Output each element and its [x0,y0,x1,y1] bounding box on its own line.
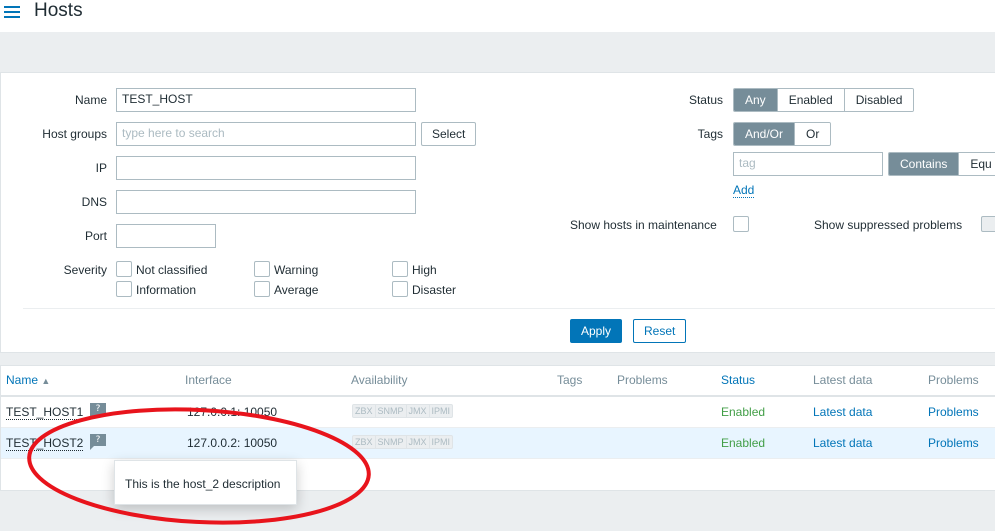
severity-checkbox[interactable] [254,281,270,297]
header: Hosts [0,0,995,32]
availability-badges: ZBX SNMP JMX IPMI [352,435,454,449]
maintenance-label: Show hosts in maintenance [570,218,717,232]
severity-label-item: Information [136,283,197,297]
status-segmented: Any Enabled Disabled [733,88,915,112]
badge: IPMI [428,436,453,448]
host-description-tooltip: This is the host_2 description [114,460,297,505]
host-name-link[interactable]: TEST_HOST1 [6,405,84,420]
name-label: Name [74,93,107,107]
problems-link[interactable]: Problems [928,436,979,450]
severity-checkbox[interactable] [392,261,408,277]
tag-contains[interactable]: Contains [889,153,959,175]
status-any[interactable]: Any [734,89,777,111]
maintenance-checkbox[interactable] [733,216,749,232]
col-problems: Problems [617,373,668,387]
status-label: Status [688,93,723,107]
badge: SNMP [374,436,406,448]
host-groups-label: Host groups [42,127,107,141]
severity-checkbox[interactable] [116,261,132,277]
status-disabled[interactable]: Disabled [843,89,914,111]
severity-checkbox[interactable] [392,281,408,297]
latest-data-link[interactable]: Latest data [813,436,872,450]
latest-data-link[interactable]: Latest data [813,405,872,419]
add-tag-link[interactable]: Add [733,183,755,198]
severity-label: Severity [63,263,107,277]
ip-input[interactable] [116,156,416,180]
tags-or[interactable]: Or [794,123,831,145]
table-row: TEST_HOST1 ? 127.0.0.1: 10050 ZBX SNMP JMX… [1,397,995,428]
problems-link[interactable]: Problems [928,405,979,419]
tag-operator-segmented: Contains Equ [888,152,995,176]
dns-label: DNS [81,195,107,209]
status-link[interactable]: Enabled [721,405,765,419]
page-title: Hosts [34,0,83,21]
col-availability: Availability [351,373,408,387]
host-name-link[interactable]: TEST_HOST2 [6,436,84,451]
name-input[interactable]: TEST_HOST [116,88,416,112]
host-groups-input[interactable]: type here to search [116,122,416,146]
severity-checkbox[interactable] [254,261,270,277]
filter-panel: Name TEST_HOST Host groups type here to … [0,72,995,353]
status-enabled[interactable]: Enabled [776,89,844,111]
sort-asc-icon: ▲ [41,376,51,386]
apply-button[interactable]: Apply [570,319,623,343]
port-input[interactable] [116,224,216,248]
table-row: TEST_HOST2 ? 127.0.0.2: 10050 ZBX SNMP JMX… [1,428,995,459]
tags-label: Tags [697,127,723,141]
interface: 127.0.0.2: 10050 [187,436,278,450]
severity-label-item: High [412,263,437,277]
badge: IPMI [428,405,453,417]
badge: ZBX [355,437,373,447]
description-hint-icon[interactable]: ? [90,434,106,450]
severity-label-item: Disaster [412,283,457,297]
tag-input[interactable]: tag [733,152,883,176]
description-hint-icon[interactable]: ? [90,403,106,419]
severity-checkbox[interactable] [116,281,132,297]
badge: JMX [405,405,429,417]
badge: JMX [405,436,429,448]
severity-label-item: Warning [274,263,319,277]
col-tags: Tags [557,373,583,387]
col-name[interactable]: Name ▲ [6,373,50,387]
availability-badges: ZBX SNMP JMX IPMI [352,404,454,418]
severity-label-item: Average [274,283,319,297]
suppressed-checkbox[interactable] [981,216,995,232]
tags-and-or[interactable]: And/Or [734,123,795,145]
hamburger-icon[interactable] [4,4,20,20]
col-latest-data: Latest data [813,373,873,387]
tags-segmented: And/Or Or [733,122,832,146]
status-link[interactable]: Enabled [721,436,765,450]
severity-label-item: Not classified [136,263,208,277]
port-label: Port [84,229,107,243]
interface: 127.0.0.1: 10050 [187,405,278,419]
col-problems-link: Problems [928,373,979,387]
col-status[interactable]: Status [721,373,755,387]
badge: ZBX [355,406,373,416]
dns-input[interactable] [116,190,416,214]
divider [23,308,995,309]
reset-button[interactable]: Reset [633,319,687,343]
suppressed-label: Show suppressed problems [814,218,963,232]
ip-label: IP [95,161,107,175]
select-button[interactable]: Select [421,122,477,146]
tag-equals[interactable]: Equ [958,153,995,175]
badge: SNMP [374,405,406,417]
col-interface: Interface [185,373,232,387]
